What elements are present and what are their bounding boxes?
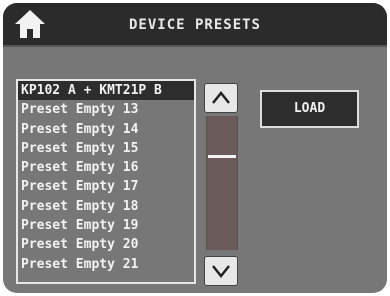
scrollbar-thumb[interactable] [208,155,236,158]
scroll-down-button[interactable] [204,256,238,286]
preset-list-item[interactable]: Preset Empty 15 [18,139,194,158]
preset-list-item[interactable]: Preset Empty 21 [18,255,194,274]
preset-list-item[interactable]: Preset Empty 20 [18,235,194,254]
preset-list-item[interactable]: Preset Empty 14 [18,120,194,139]
preset-list-item[interactable]: Preset Empty 17 [18,177,194,196]
chevron-up-icon [212,90,230,104]
preset-list-item[interactable]: Preset Empty 16 [18,158,194,177]
device-screen: DEVICE PRESETS KP102 A + KMT21P B Preset … [3,3,387,293]
page-title: DEVICE PRESETS [128,17,261,33]
preset-list-item[interactable]: KP102 A + KMT21P B [18,81,194,101]
preset-list-item[interactable]: Preset Empty 19 [18,216,194,235]
scrollbar-track[interactable] [206,116,238,250]
scroll-up-button[interactable] [204,83,238,113]
header-bar: DEVICE PRESETS [3,3,387,47]
preset-list-item[interactable]: Preset Empty 13 [18,100,194,119]
preset-list-item[interactable]: Preset Empty 18 [18,197,194,216]
preset-list[interactable]: KP102 A + KMT21P B Preset Empty 13 Preset … [16,79,196,284]
load-button[interactable]: LOAD [260,90,359,128]
chevron-down-icon [212,265,230,279]
